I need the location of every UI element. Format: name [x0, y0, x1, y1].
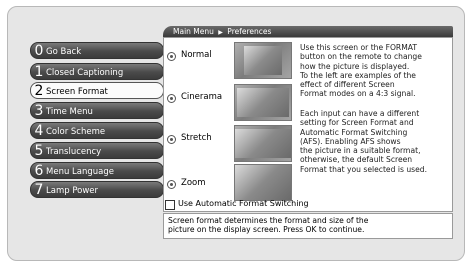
- menu-item-menu-language[interactable]: 6 Menu Language: [30, 162, 164, 179]
- menu-item-color-scheme[interactable]: 4 Color Scheme: [30, 122, 164, 139]
- help-line: setting for Screen Format and: [300, 118, 414, 128]
- radio-normal[interactable]: [167, 52, 176, 61]
- menu-item-label: Time Menu: [46, 107, 93, 117]
- breadcrumb-root: Main Menu: [173, 27, 214, 36]
- help-line: Automatic Format Switching: [300, 127, 408, 137]
- help-line: (AFS). Enabling AFS shows: [300, 136, 401, 146]
- help-line: how the picture is displayed.: [300, 61, 410, 71]
- afs-checkbox-label: Use Automatic Format Switching: [178, 199, 309, 208]
- menu-item-number: 4: [34, 123, 44, 139]
- menu-item-number: 0: [34, 43, 44, 59]
- help-line: Format modes on a 4:3 signal.: [300, 89, 416, 99]
- help-line: effect of different Screen: [300, 80, 395, 90]
- afs-checkbox[interactable]: [165, 200, 175, 210]
- help-text-paragraph-2: Each input can have a different setting …: [300, 109, 450, 174]
- radio-cinerama[interactable]: [167, 94, 176, 103]
- menu-item-number: 5: [34, 143, 44, 159]
- help-line: Format that you selected is used.: [300, 164, 427, 174]
- menu-item-number: 3: [34, 103, 44, 119]
- chevron-right-icon: ▶: [218, 29, 223, 36]
- help-line: button on the remote to change: [300, 52, 422, 62]
- stretch-preview-image: [234, 125, 292, 162]
- help-line: the picture in a suitable format,: [300, 146, 421, 156]
- normal-preview-image: [234, 42, 292, 79]
- radio-stretch[interactable]: [167, 135, 176, 144]
- menu-item-go-back[interactable]: 0 Go Back: [30, 42, 164, 59]
- help-line: Each input can have a different: [300, 109, 420, 118]
- menu-item-lamp-power[interactable]: 7 Lamp Power: [30, 181, 164, 198]
- status-message: Screen format determines the format and …: [163, 213, 453, 239]
- option-label-stretch: Stretch: [181, 133, 212, 143]
- menu-item-translucency[interactable]: 5 Translucency: [30, 142, 164, 159]
- breadcrumb-current: Preferences: [227, 27, 272, 36]
- menu-item-closed-captioning[interactable]: 1 Closed Captioning: [30, 63, 164, 80]
- option-label-cinerama: Cinerama: [181, 92, 223, 102]
- menu-item-number: 2: [34, 83, 44, 99]
- help-line: Use this screen or the FORMAT: [300, 43, 418, 52]
- menu-item-number: 1: [34, 64, 44, 80]
- cinerama-preview-image: [234, 84, 292, 121]
- breadcrumb: Main Menu ▶ Preferences: [163, 26, 453, 37]
- help-text-paragraph-1: Use this screen or the FORMAT button on …: [300, 43, 450, 99]
- menu-item-screen-format[interactable]: 2 Screen Format: [30, 82, 164, 99]
- menu-item-label: Color Scheme: [46, 127, 106, 137]
- menu-item-label: Menu Language: [46, 167, 114, 177]
- menu-item-number: 6: [34, 163, 44, 179]
- menu-item-number: 7: [34, 182, 44, 198]
- menu-item-label: Translucency: [46, 147, 102, 157]
- help-line: To the left are examples of the: [300, 70, 416, 80]
- menu-item-label: Closed Captioning: [46, 68, 124, 78]
- zoom-preview-image: [234, 164, 292, 201]
- menu-item-label: Go Back: [46, 47, 82, 57]
- help-line: otherwise, the default Screen: [300, 155, 413, 165]
- status-line: picture on the display screen. Press OK …: [168, 225, 365, 234]
- radio-zoom[interactable]: [167, 180, 176, 189]
- menu-item-label: Lamp Power: [46, 186, 99, 196]
- option-label-normal: Normal: [181, 50, 212, 60]
- menu-item-time-menu[interactable]: 3 Time Menu: [30, 102, 164, 119]
- status-line: Screen format determines the format and …: [168, 216, 369, 225]
- option-label-zoom: Zoom: [181, 178, 206, 188]
- menu-item-label: Screen Format: [46, 87, 108, 97]
